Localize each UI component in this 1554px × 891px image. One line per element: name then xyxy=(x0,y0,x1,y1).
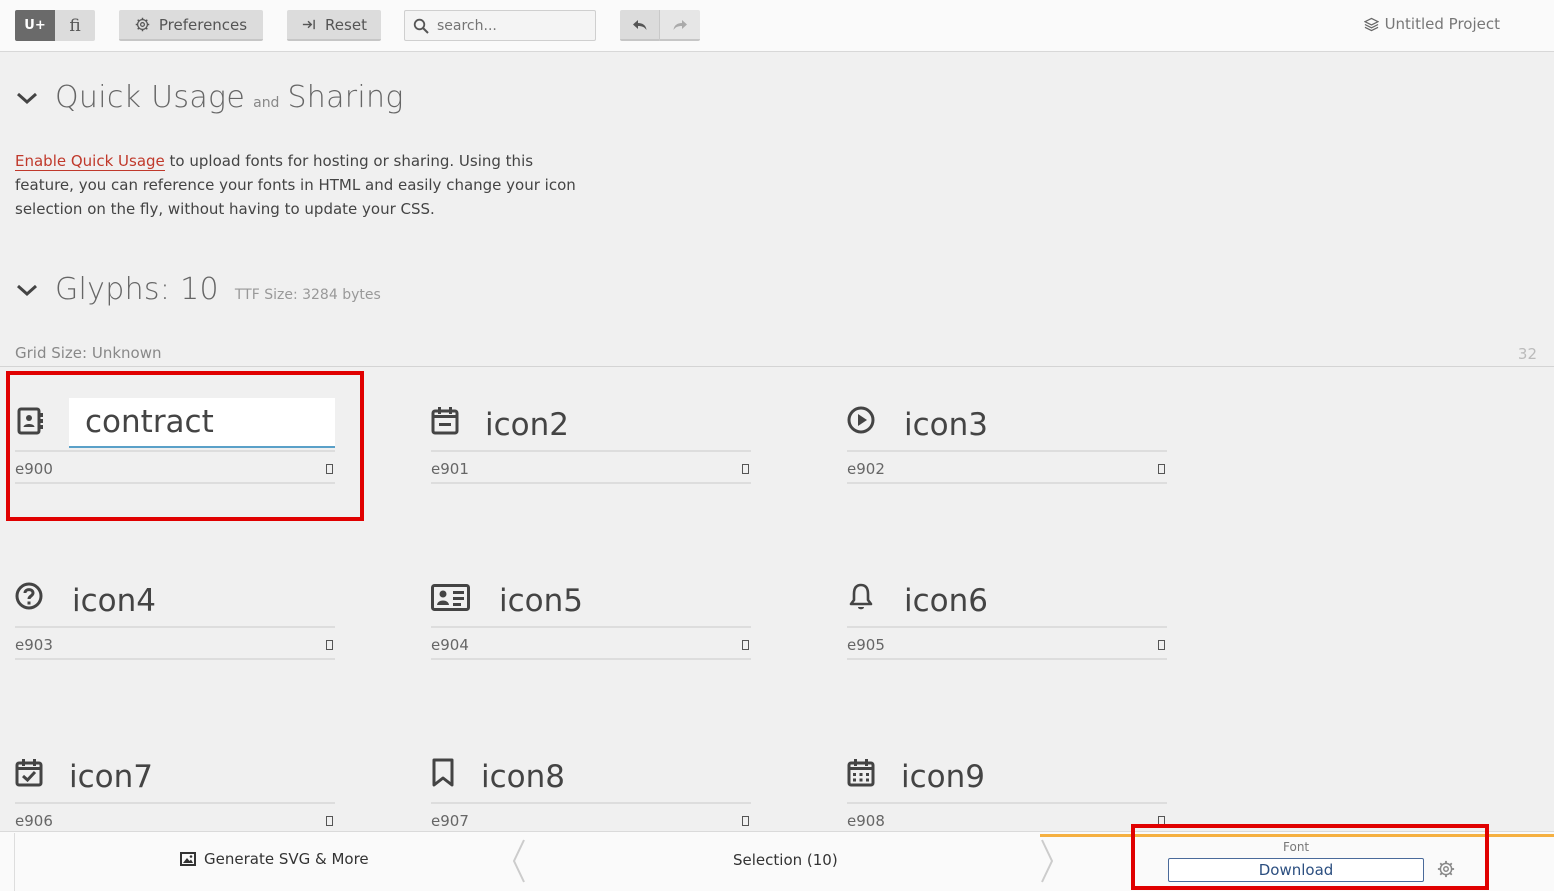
glyph-preview-box xyxy=(742,464,749,474)
enable-quick-usage-link[interactable]: Enable Quick Usage xyxy=(15,152,165,171)
generate-svg-label: Generate SVG & More xyxy=(204,850,369,868)
quick-usage-header[interactable]: Quick Usage and Sharing xyxy=(15,80,404,115)
image-icon xyxy=(180,852,196,866)
glyph-preview-box xyxy=(742,640,749,650)
highlight-box xyxy=(1131,824,1489,890)
glyph-divider xyxy=(847,802,1167,804)
grid-size-label: Grid Size: Unknown xyxy=(15,344,162,362)
grid-divider xyxy=(0,366,1554,367)
bell-icon xyxy=(849,583,873,610)
preferences-button[interactable]: Preferences xyxy=(119,10,263,41)
history-controls xyxy=(620,10,700,41)
glyph-name[interactable]: icon9 xyxy=(901,754,985,800)
glyph-divider xyxy=(847,482,1167,484)
glyph-card[interactable]: icon5 e904 xyxy=(431,574,751,664)
help-circle-icon xyxy=(15,582,43,610)
top-toolbar: U+ fi Preferences Reset Untitled Project xyxy=(0,0,1554,52)
glyphs-header[interactable]: Glyphs: 10 TTF Size: 3284 bytes xyxy=(15,272,381,307)
glyph-name[interactable]: icon3 xyxy=(904,402,988,448)
glyph-divider xyxy=(15,626,335,628)
glyph-code[interactable]: e907 xyxy=(431,812,469,830)
glyph-divider xyxy=(847,450,1167,452)
glyph-name[interactable]: icon4 xyxy=(72,578,156,624)
calendar-minus-icon xyxy=(431,407,459,435)
glyph-code[interactable]: e908 xyxy=(847,812,885,830)
glyph-name[interactable]: icon2 xyxy=(485,402,569,448)
calendar-grid-icon xyxy=(847,759,875,787)
quick-usage-and: and xyxy=(253,95,280,111)
glyph-card[interactable]: icon9 e908 xyxy=(847,750,1167,840)
unicode-mode-button[interactable]: U+ xyxy=(15,10,55,41)
redo-icon xyxy=(673,19,687,30)
id-card-icon xyxy=(431,584,470,611)
quick-usage-description: Enable Quick Usage to upload fonts for h… xyxy=(15,149,585,221)
search-input[interactable] xyxy=(435,16,589,35)
project-selector[interactable]: Untitled Project xyxy=(1363,15,1500,33)
glyph-divider xyxy=(431,450,751,452)
reset-arrow-icon xyxy=(302,19,315,30)
undo-button[interactable] xyxy=(620,10,660,41)
gear-icon xyxy=(135,17,150,32)
calendar-check-icon xyxy=(15,759,43,787)
glyph-code[interactable]: e905 xyxy=(847,636,885,654)
chevron-separator-icon xyxy=(1041,839,1054,883)
chevron-down-icon xyxy=(17,92,37,104)
redo-button[interactable] xyxy=(660,10,700,41)
glyph-name[interactable]: icon7 xyxy=(69,754,153,800)
reset-label: Reset xyxy=(325,15,367,34)
ligature-mode-button[interactable]: fi xyxy=(55,10,95,41)
glyph-code[interactable]: e906 xyxy=(15,812,53,830)
glyph-code[interactable]: e904 xyxy=(431,636,469,654)
glyph-card[interactable]: icon2 e901 xyxy=(431,398,751,488)
highlight-box xyxy=(6,371,364,521)
reset-button[interactable]: Reset xyxy=(287,10,381,41)
bottom-bar-left-edge xyxy=(14,833,15,891)
quick-usage-title-2: Sharing xyxy=(287,80,404,115)
preferences-label: Preferences xyxy=(158,15,248,34)
chevron-separator-icon xyxy=(512,839,525,883)
glyph-code[interactable]: e902 xyxy=(847,460,885,478)
glyph-preview-box xyxy=(1158,464,1165,474)
glyph-preview-box xyxy=(742,816,749,826)
glyph-code[interactable]: e903 xyxy=(15,636,53,654)
glyph-name[interactable]: icon5 xyxy=(499,578,583,624)
glyph-card[interactable]: icon7 e906 xyxy=(15,750,335,840)
glyph-divider xyxy=(15,802,335,804)
glyph-card[interactable]: icon3 e902 xyxy=(847,398,1167,488)
glyph-divider xyxy=(431,802,751,804)
glyph-code[interactable]: e901 xyxy=(431,460,469,478)
play-circle-icon xyxy=(847,406,875,434)
glyph-card[interactable]: icon4 e903 xyxy=(15,574,335,664)
search-box xyxy=(404,10,596,41)
glyph-mode-toggle: U+ fi xyxy=(15,10,95,41)
glyph-divider xyxy=(15,658,335,660)
glyph-divider xyxy=(431,658,751,660)
layers-icon xyxy=(1363,17,1379,31)
generate-svg-button[interactable]: Generate SVG & More xyxy=(180,850,369,868)
undo-icon xyxy=(632,19,646,30)
glyph-preview-box xyxy=(326,816,333,826)
glyphs-title: Glyphs: 10 xyxy=(55,272,219,307)
glyph-name[interactable]: icon6 xyxy=(904,578,988,624)
glyph-preview-box xyxy=(326,640,333,650)
glyph-card[interactable]: icon8 e907 xyxy=(431,750,751,840)
bookmark-icon xyxy=(432,758,454,787)
glyph-preview-box xyxy=(1158,640,1165,650)
search-icon xyxy=(413,18,429,34)
chevron-down-icon xyxy=(17,284,37,296)
glyph-divider xyxy=(847,658,1167,660)
grid-size-value[interactable]: 32 xyxy=(1518,345,1537,363)
selection-tab[interactable]: Selection (10) xyxy=(733,851,838,869)
glyph-divider xyxy=(847,626,1167,628)
ttf-size: TTF Size: 3284 bytes xyxy=(234,287,381,303)
glyph-card[interactable]: icon6 e905 xyxy=(847,574,1167,664)
quick-usage-title: Quick Usage xyxy=(55,80,246,115)
glyph-divider xyxy=(431,482,751,484)
glyph-divider xyxy=(431,626,751,628)
glyph-name[interactable]: icon8 xyxy=(481,754,565,800)
project-name: Untitled Project xyxy=(1384,15,1500,33)
